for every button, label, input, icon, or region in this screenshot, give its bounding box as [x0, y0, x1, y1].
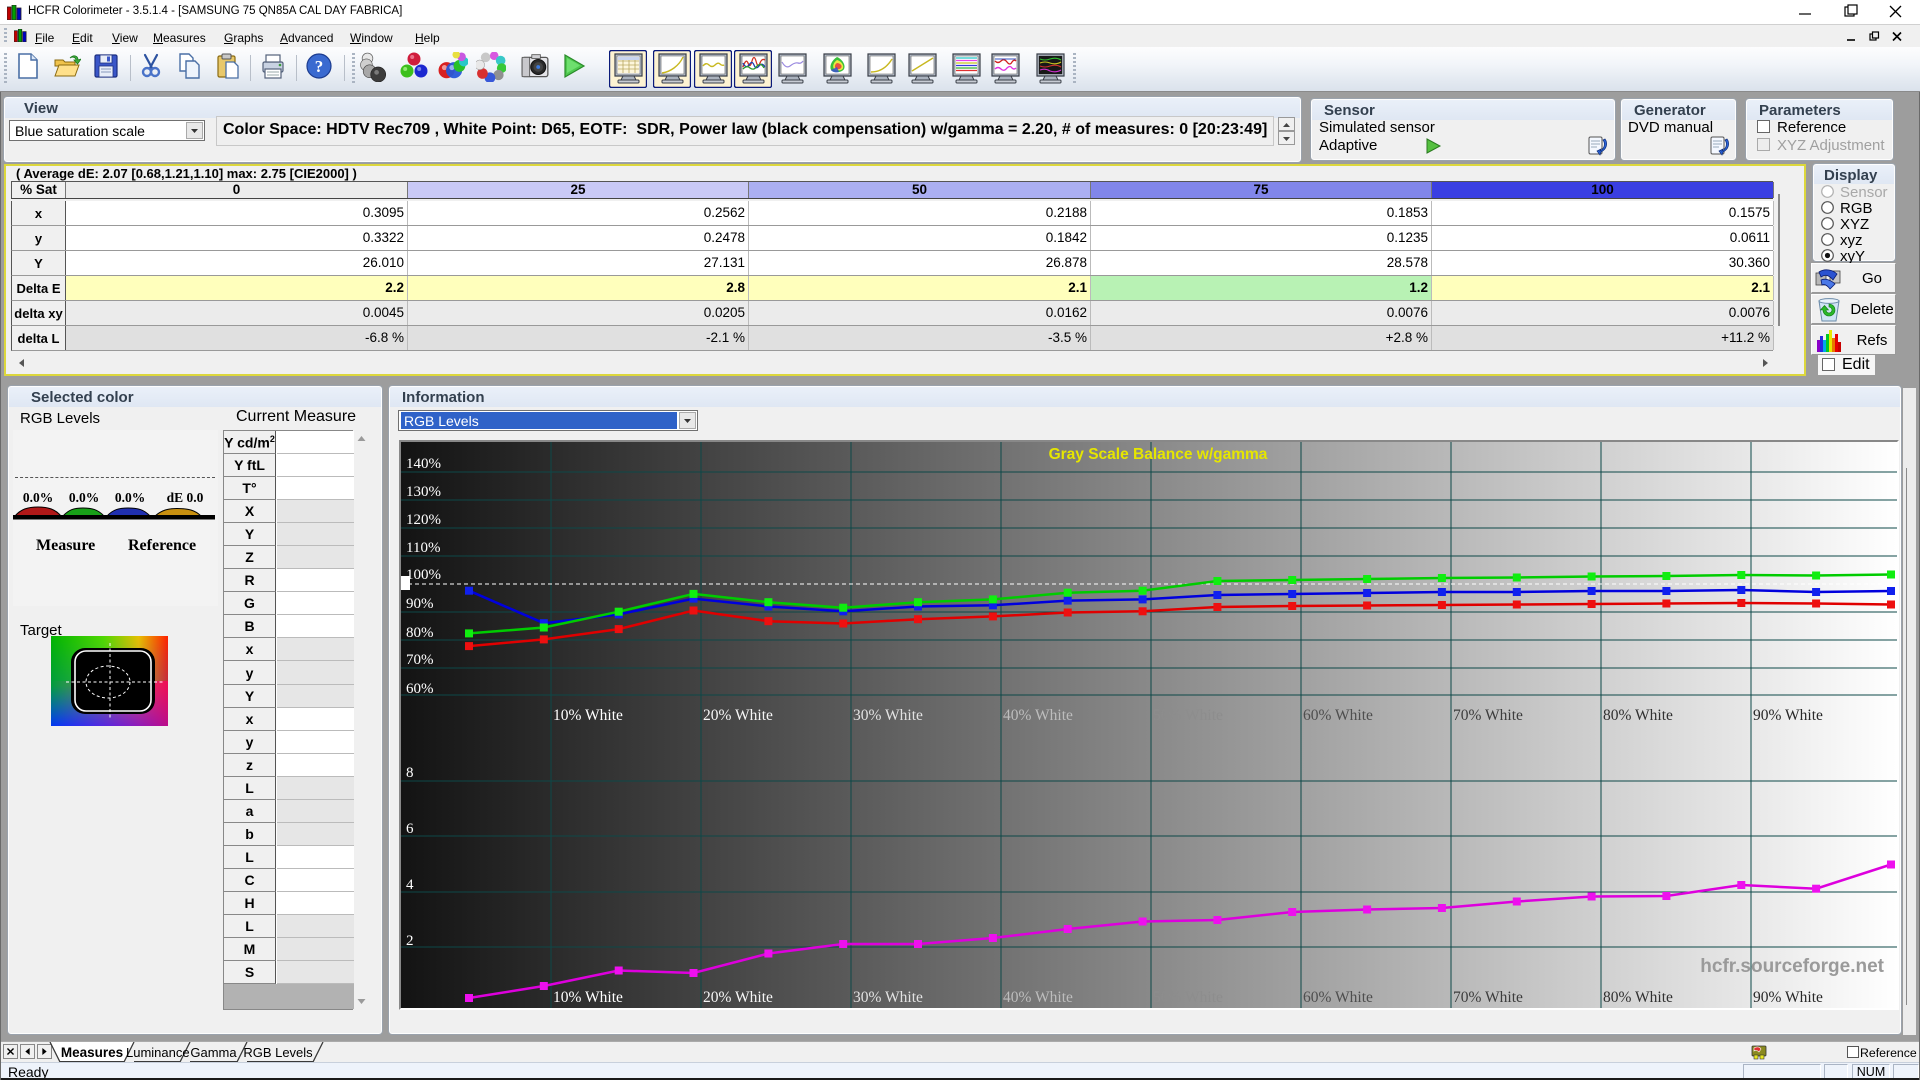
svg-text:110%: 110% [406, 540, 440, 556]
svg-text:90% White: 90% White [1753, 989, 1823, 1006]
svg-text:70% White: 70% White [1453, 989, 1523, 1006]
svg-text:70%: 70% [406, 652, 434, 668]
svg-text:6: 6 [406, 821, 414, 837]
svg-text:80% White: 80% White [1603, 707, 1673, 724]
svg-text:60% White: 60% White [1303, 707, 1373, 724]
svg-text:120%: 120% [406, 512, 441, 528]
svg-text:80%: 80% [406, 625, 434, 641]
svg-text:60% White: 60% White [1303, 989, 1373, 1006]
svg-text:50% White: 50% White [1153, 989, 1223, 1006]
svg-text:90% White: 90% White [1753, 707, 1823, 724]
svg-text:50% White: 50% White [1153, 707, 1223, 724]
svg-text:0.0%: 0.0% [115, 491, 145, 505]
svg-text:2: 2 [406, 933, 414, 949]
svg-text:8: 8 [406, 765, 414, 781]
svg-text:?: ? [315, 57, 324, 76]
svg-text:30% White: 30% White [853, 989, 923, 1006]
svg-text:130%: 130% [406, 484, 441, 500]
svg-text:60%: 60% [406, 681, 434, 697]
svg-text:20% White: 20% White [703, 989, 773, 1006]
svg-text:20% White: 20% White [703, 707, 773, 724]
svg-text:40% White: 40% White [1003, 707, 1073, 724]
svg-text:0.0%: 0.0% [69, 491, 99, 505]
svg-text:40% White: 40% White [1003, 989, 1073, 1006]
svg-text:dE 0.0: dE 0.0 [167, 491, 204, 505]
svg-text:hcfr.sourceforge.net: hcfr.sourceforge.net [1700, 956, 1884, 977]
svg-text:70% White: 70% White [1453, 707, 1523, 724]
svg-text:4: 4 [406, 877, 414, 893]
svg-text:100%: 100% [406, 567, 441, 583]
svg-text:Gray Scale Balance w/gamma: Gray Scale Balance w/gamma [1049, 446, 1268, 463]
svg-text:30% White: 30% White [853, 707, 923, 724]
svg-text:10% White: 10% White [553, 989, 623, 1006]
svg-text:140%: 140% [406, 456, 441, 472]
svg-text:0.0%: 0.0% [23, 491, 53, 505]
svg-text:90%: 90% [406, 596, 434, 612]
svg-text:10% White: 10% White [553, 707, 623, 724]
svg-text:80% White: 80% White [1603, 989, 1673, 1006]
